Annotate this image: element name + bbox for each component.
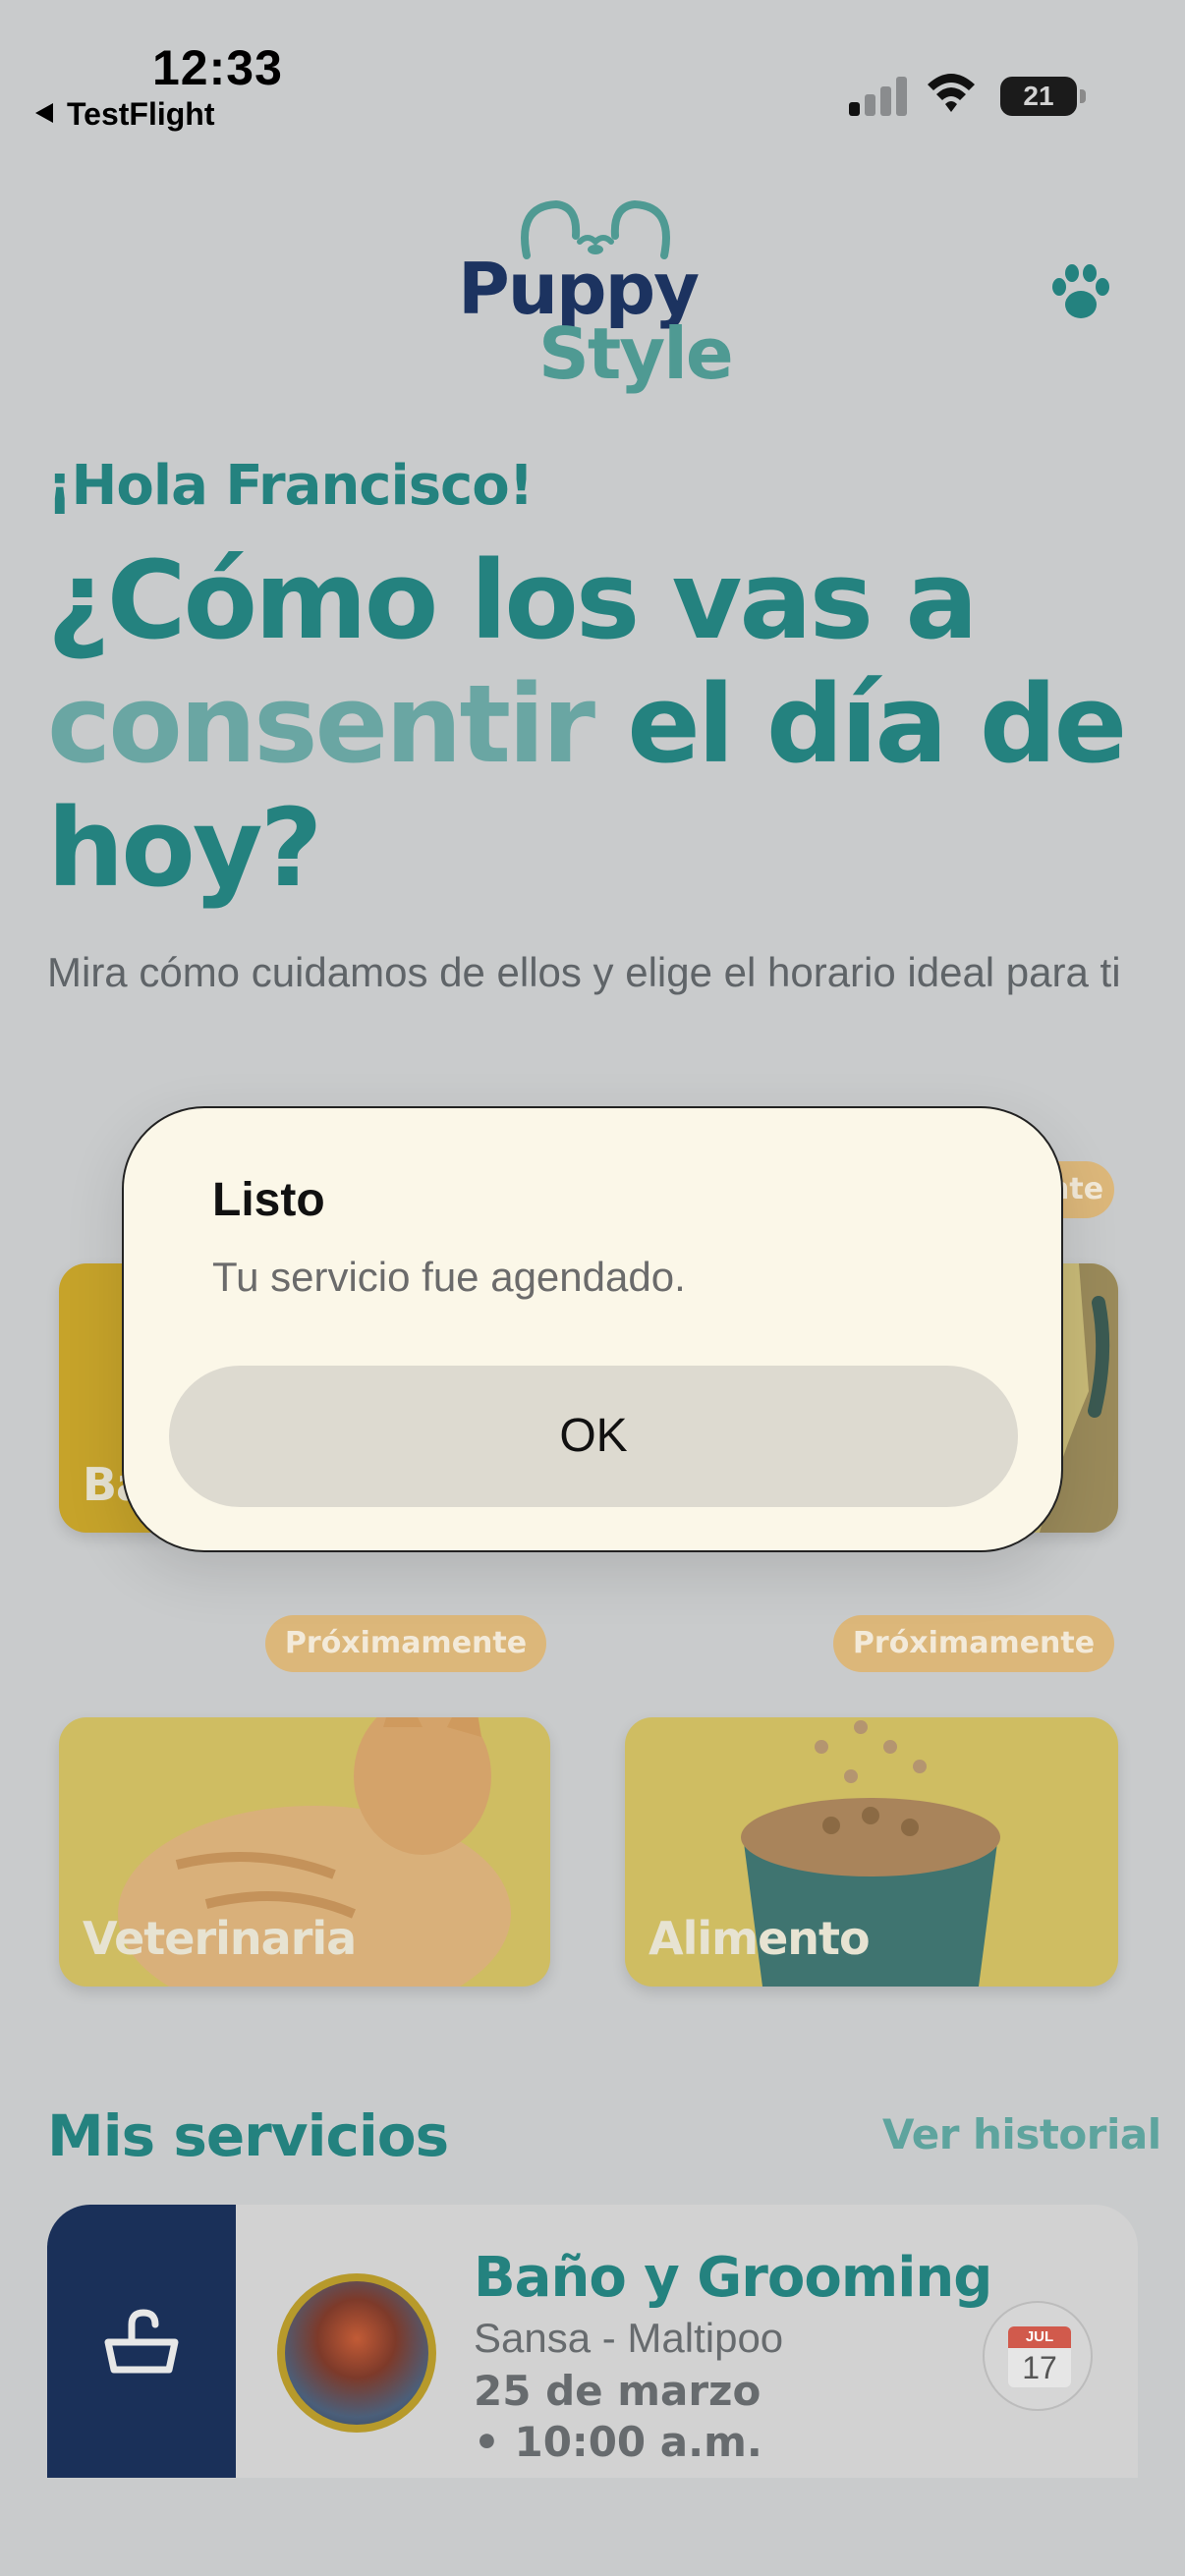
wifi-icon xyxy=(928,74,975,112)
dialog-message: Tu servicio fue agendado. xyxy=(212,1254,686,1300)
status-time: 12:33 xyxy=(152,40,283,95)
hero-headline-part1: ¿Cómo los vas a xyxy=(47,537,979,663)
confirmation-dialog: Listo Tu servicio fue agendado. OK xyxy=(122,1106,1063,1552)
calendar-month: JUL xyxy=(1008,2326,1071,2348)
hero-headline-highlight: consentir xyxy=(47,661,595,787)
service-card-alimento[interactable]: Alimento xyxy=(625,1717,1118,1987)
app-logo: Puppy Style xyxy=(458,196,734,395)
service-date: 25 de marzo • 10:00 a.m. xyxy=(474,2367,762,2466)
calendar-icon: JUL 17 xyxy=(1008,2326,1071,2387)
service-card-veterinaria[interactable]: Veterinaria xyxy=(59,1717,550,1987)
dialog-title: Listo xyxy=(212,1174,325,1226)
back-app-label: TestFlight xyxy=(67,96,215,132)
service-item-card[interactable]: Baño y Grooming Sansa - Maltipoo 25 de m… xyxy=(47,2205,1138,2478)
dialog-ok-button[interactable]: OK xyxy=(169,1366,1018,1507)
logo-style-text: Style xyxy=(538,312,734,395)
calendar-button[interactable]: JUL 17 xyxy=(983,2301,1093,2411)
back-arrow-icon xyxy=(35,103,53,123)
battery-icon: 21 xyxy=(1000,77,1086,116)
pet-avatar xyxy=(277,2273,436,2433)
coming-soon-badge: Próximamente xyxy=(265,1615,546,1672)
hero-subtitle: Mira cómo cuidamos de ellos y elige el h… xyxy=(47,949,1121,995)
my-services-title: Mis servicios xyxy=(47,2102,449,2169)
service-type-panel xyxy=(47,2205,236,2478)
service-pet: Sansa - Maltipoo xyxy=(474,2315,784,2361)
calendar-day: 17 xyxy=(1022,2350,1057,2385)
back-to-testflight-button[interactable]: TestFlight xyxy=(35,96,215,133)
bathtub-icon xyxy=(104,2309,179,2374)
view-history-link[interactable]: Ver historial xyxy=(882,2110,1161,2158)
service-card-veterinaria-label: Veterinaria xyxy=(83,1912,357,1965)
service-name: Baño y Grooming xyxy=(474,2246,992,2310)
coming-soon-badge: Próximamente xyxy=(833,1615,1114,1672)
greeting-text: ¡Hola Francisco! xyxy=(47,454,534,518)
hero-headline: ¿Cómo los vas a consentir el día de hoy? xyxy=(47,538,1148,910)
paw-icon[interactable] xyxy=(1049,263,1112,322)
service-card-alimento-label: Alimento xyxy=(649,1912,871,1965)
signal-icon xyxy=(849,75,908,116)
